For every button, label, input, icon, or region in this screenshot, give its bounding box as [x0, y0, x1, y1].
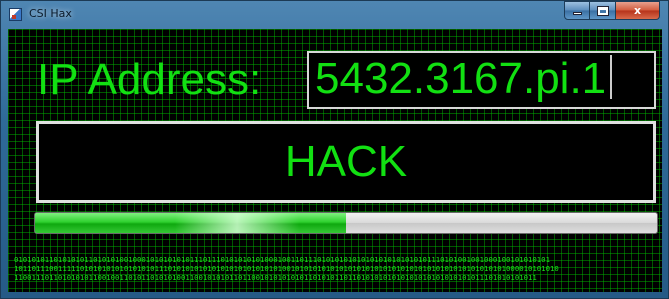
app-window: CSI Hax x IP Address: 5432.3167.pi.1 HAC…: [0, 0, 669, 299]
maximize-icon: [596, 5, 609, 16]
binary-line: 1100111011010101011001001101011010101001…: [14, 273, 537, 282]
close-button[interactable]: x: [616, 1, 660, 20]
ip-address-input[interactable]: 5432.3167.pi.1: [307, 51, 656, 109]
maximize-button[interactable]: [590, 1, 616, 20]
window-title: CSI Hax: [29, 7, 72, 20]
close-icon: x: [633, 4, 642, 17]
ip-address-label: IP Address:: [37, 55, 262, 104]
hack-button[interactable]: HACK: [36, 121, 656, 203]
binary-line: 0101010110101010110101010010001010101010…: [14, 255, 550, 264]
minimize-icon: [572, 12, 582, 15]
title-bar[interactable]: CSI Hax x: [1, 1, 668, 29]
hack-progress-bar: [34, 212, 658, 234]
ip-address-value: 5432.3167.pi.1: [315, 54, 607, 103]
app-icon: [9, 8, 22, 21]
hack-panel: IP Address: 5432.3167.pi.1 HACK 01010101…: [8, 29, 662, 292]
text-caret: [610, 55, 613, 99]
binary-stream: 0101010110101010110101010010001010101010…: [14, 255, 660, 282]
minimize-button[interactable]: [564, 1, 590, 20]
progress-fill: [35, 213, 346, 233]
window-controls: x: [564, 1, 660, 21]
binary-line: 1011011100111110101010101010101011101010…: [14, 264, 559, 273]
hack-button-label: HACK: [284, 137, 408, 186]
